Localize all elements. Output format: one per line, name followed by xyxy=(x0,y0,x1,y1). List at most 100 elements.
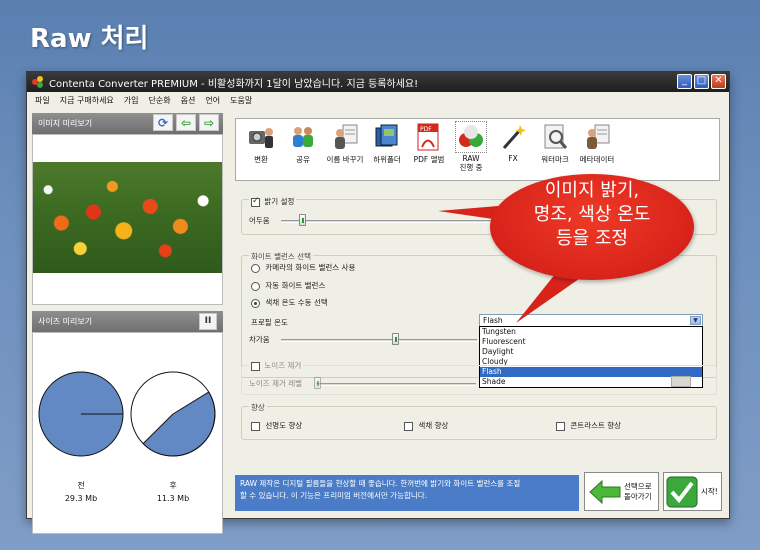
checkmark-icon xyxy=(666,476,698,507)
rotate-icon[interactable]: ⟳ xyxy=(153,114,173,131)
tool-subfolder[interactable]: 하위폴더 xyxy=(366,122,408,165)
tool-fx[interactable]: FX xyxy=(492,122,534,163)
after-size: 11.3 Mb xyxy=(156,494,190,503)
start-label: 시작! xyxy=(701,487,718,496)
size-preview-header: 사이즈 미리보기 II xyxy=(32,311,223,332)
pause-button[interactable]: II xyxy=(199,313,217,330)
menu-simplify[interactable]: 단순화 xyxy=(149,95,171,106)
magnifier-document-icon xyxy=(540,122,570,152)
tool-fx-label: FX xyxy=(508,154,518,163)
tool-subfolder-label: 하위폴더 xyxy=(373,155,401,164)
menu-file[interactable]: 파일 xyxy=(35,95,50,106)
tool-pdf-album[interactable]: PDF PDF 앨범 xyxy=(408,122,450,165)
previous-arrow-icon[interactable]: ⇦ xyxy=(176,114,196,131)
tool-raw-label: RAW 진행 중 xyxy=(459,154,483,172)
flower-photo xyxy=(33,162,222,273)
brightness-checkbox[interactable] xyxy=(251,196,260,207)
image-preview-label: 이미지 미리보기 xyxy=(38,119,93,128)
minimize-button[interactable]: _ xyxy=(677,74,692,89)
next-arrow-icon[interactable]: ⇨ xyxy=(199,114,219,131)
temperature-slider-thumb[interactable] xyxy=(391,333,399,345)
wb-option-fluorescent[interactable]: Fluorescent xyxy=(480,337,702,347)
menu-language[interactable]: 언어 xyxy=(205,95,220,106)
size-preview: 전 29.3 Mb 후 11.3 Mb xyxy=(32,332,223,534)
slide-title: Raw 처리 xyxy=(30,24,149,54)
wb-auto-radio[interactable] xyxy=(251,281,260,291)
cool-label: 차가움 xyxy=(249,335,270,344)
color-enhance-label: 색채 향상 xyxy=(418,421,449,430)
wb-auto-option[interactable]: 자동 화이트 밸런스 xyxy=(251,280,325,291)
enhance-section xyxy=(241,406,717,440)
app-window: Contenta Converter PREMIUM - 비활성화까지 1달이 … xyxy=(26,71,730,534)
wb-camera-option[interactable]: 카메라의 화이트 밸런스 사용 xyxy=(251,262,355,273)
noise-level-label: 노이즈 제거 레벨 xyxy=(249,379,303,388)
sharpness-checkbox[interactable] xyxy=(251,421,260,431)
back-arrow-icon xyxy=(589,479,621,504)
wb-camera-radio[interactable] xyxy=(251,263,260,273)
menu-register[interactable]: 가입 xyxy=(124,95,139,106)
brightness-slider-thumb[interactable] xyxy=(298,214,306,226)
maximize-button[interactable]: □ xyxy=(694,74,709,89)
wb-auto-label: 자동 화이트 밸런스 xyxy=(265,281,326,290)
people-share-icon xyxy=(288,122,318,152)
noise-header: 노이즈 제거 xyxy=(249,360,304,371)
wb-option-tungsten[interactable]: Tungsten xyxy=(480,327,702,337)
window-title: Contenta Converter PREMIUM - 비활성화까지 1달이 … xyxy=(49,78,419,90)
tool-metadata[interactable]: 메타데이터 xyxy=(576,122,618,165)
menu-buy-now[interactable]: 지금 구매하세요 xyxy=(60,95,114,106)
tool-watermark[interactable]: 워터마크 xyxy=(534,122,576,165)
size-preview-label: 사이즈 미리보기 xyxy=(38,317,93,326)
contrast-label: 콘트라스트 향상 xyxy=(570,421,622,430)
sharpness-option[interactable]: 선명도 향상 xyxy=(251,420,302,431)
wb-manual-radio[interactable] xyxy=(251,298,260,308)
back-label-2: 돌아가기 xyxy=(624,491,652,501)
color-enhance-option[interactable]: 색채 향상 xyxy=(404,420,448,431)
noise-label: 노이즈 제거 xyxy=(264,361,302,370)
noise-section xyxy=(241,365,717,395)
callout-bubble: 이미지 밝기, 명조, 색상 온도 등을 조정 xyxy=(490,174,694,280)
chevron-down-icon[interactable]: ▼ xyxy=(690,316,701,325)
profile-temp-label: 프로필 온도 xyxy=(251,318,288,327)
wb-option-daylight[interactable]: Daylight xyxy=(480,347,702,357)
noise-slider-track xyxy=(316,383,476,386)
brightness-label: 밝기 설정 xyxy=(264,197,295,206)
image-preview-header: 이미지 미리보기 ⟳ ⇦ ⇨ xyxy=(32,113,223,134)
tool-pdf-album-label: PDF 앨범 xyxy=(413,155,445,164)
back-to-selection-button[interactable]: 선택으로 돌아가기 xyxy=(584,472,659,511)
contrast-checkbox[interactable] xyxy=(556,421,565,431)
tool-rename-label: 이름 바꾸기 xyxy=(326,155,364,164)
tool-rename[interactable]: 이름 바꾸기 xyxy=(324,122,366,165)
color-enhance-checkbox[interactable] xyxy=(404,421,413,431)
tool-share-label: 공유 xyxy=(296,155,310,164)
wb-manual-label: 색채 온도 수동 선택 xyxy=(265,298,328,307)
white-balance-label: 화이트 밸런스 선택 xyxy=(249,251,313,262)
tool-share[interactable]: 공유 xyxy=(282,122,324,165)
wb-manual-option[interactable]: 색채 온도 수동 선택 xyxy=(251,297,328,308)
enhance-label: 향상 xyxy=(249,402,267,413)
magic-wand-icon xyxy=(498,122,528,152)
noise-slider-thumb[interactable] xyxy=(314,377,321,389)
start-button[interactable]: 시작! xyxy=(663,472,722,511)
noise-checkbox[interactable] xyxy=(251,361,260,371)
size-pie-charts xyxy=(38,371,216,457)
app-logo-icon xyxy=(32,76,44,88)
menu-options[interactable]: 옵션 xyxy=(181,95,196,106)
tool-convert-label: 변환 xyxy=(254,155,268,164)
contrast-option[interactable]: 콘트라스트 향상 xyxy=(556,420,621,431)
close-button[interactable]: ✕ xyxy=(711,74,726,89)
temperature-slider-track xyxy=(281,339,477,342)
menu-bar: 파일 지금 구매하세요 가입 단순화 옵션 언어 도움말 xyxy=(27,92,729,108)
after-label: 후 xyxy=(169,481,177,490)
main-area: 변환 공유 이름 바꾸기 하위폴더 PDF PDF 앨범 RAW 진행 중 FX… xyxy=(228,113,724,513)
svg-text:PDF: PDF xyxy=(420,126,432,133)
menu-help[interactable]: 도움말 xyxy=(230,95,252,106)
subfolder-icon xyxy=(372,122,402,152)
metadata-person-icon xyxy=(582,122,612,152)
callout-line-3: 등을 조정 xyxy=(556,228,628,249)
pdf-icon: PDF xyxy=(414,122,444,152)
rename-person-icon xyxy=(330,122,360,152)
tool-raw[interactable]: RAW 진행 중 xyxy=(450,121,492,172)
noise-value-box xyxy=(671,376,691,387)
image-preview xyxy=(32,134,223,305)
tool-convert[interactable]: 변환 xyxy=(240,122,282,165)
